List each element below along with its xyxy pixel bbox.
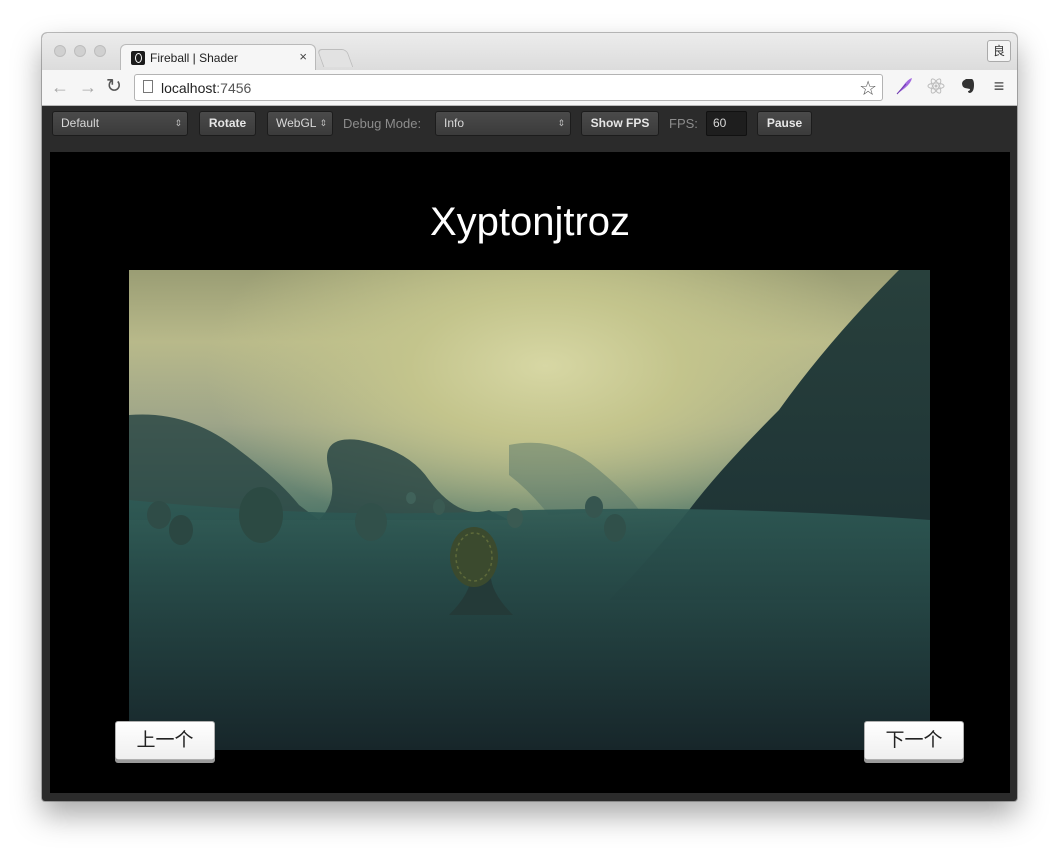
evernote-extension-icon[interactable]	[958, 76, 978, 96]
back-icon[interactable]: ←	[51, 76, 69, 98]
address-bar[interactable]: localhost:7456 ☆	[134, 74, 883, 101]
debug-mode-select-value: Info	[444, 116, 465, 130]
debug-mode-label: Debug Mode:	[343, 116, 422, 131]
shader-render-image	[129, 270, 930, 750]
game-canvas[interactable]: Xyptonjtroz 上一个 下一个	[50, 152, 1010, 793]
navigation-bar: ← → ↻ localhost:7456 ☆ ≡	[42, 70, 1017, 106]
menu-icon[interactable]: ≡	[989, 76, 1009, 96]
tab-close-icon[interactable]: ×	[299, 49, 307, 64]
scene-select[interactable]: Default ⇕	[52, 111, 188, 136]
url-text[interactable]: localhost:7456	[161, 80, 251, 96]
select-arrows-icon: ⇕	[174, 118, 182, 128]
forward-icon[interactable]: →	[79, 76, 97, 98]
scene-title: Xyptonjtroz	[429, 200, 631, 244]
url-port: :7456	[216, 80, 252, 96]
scene-select-value: Default	[61, 116, 100, 130]
zoom-window-icon[interactable]	[94, 45, 106, 57]
next-button[interactable]: 下一个	[864, 721, 964, 760]
feather-extension-icon[interactable]	[894, 76, 914, 96]
tab-strip: Fireball | Shader × 良	[42, 33, 1017, 71]
renderer-select-value: WebGL	[276, 116, 317, 130]
renderer-select[interactable]: WebGL ⇕	[267, 111, 333, 136]
debug-mode-select[interactable]: Info ⇕	[435, 111, 571, 136]
close-window-icon[interactable]	[54, 45, 66, 57]
previous-button[interactable]: 上一个	[115, 721, 215, 760]
page-icon	[143, 80, 153, 93]
fireball-favicon-icon	[131, 51, 145, 65]
react-extension-icon[interactable]	[926, 76, 946, 96]
pause-button[interactable]: Pause	[757, 111, 812, 136]
new-tab-button[interactable]	[316, 49, 354, 67]
browser-tab[interactable]: Fireball | Shader ×	[120, 44, 316, 71]
reload-icon[interactable]: ↻	[106, 76, 122, 98]
show-fps-button[interactable]: Show FPS	[581, 111, 659, 136]
select-arrows-icon: ⇕	[319, 118, 327, 128]
rotate-button[interactable]: Rotate	[199, 111, 256, 136]
shader-landscape-art	[129, 270, 930, 750]
fps-label: FPS:	[669, 116, 698, 131]
select-arrows-icon: ⇕	[557, 118, 565, 128]
bookmark-star-icon[interactable]: ☆	[859, 76, 877, 101]
engine-toolbar: Default ⇕ Rotate WebGL ⇕ Debug Mode: Inf…	[42, 106, 1017, 152]
browser-window: Fireball | Shader × 良 ← → ↻ localhost:74…	[42, 33, 1017, 801]
minimize-window-icon[interactable]	[74, 45, 86, 57]
fps-input[interactable]: 60	[706, 111, 747, 136]
profile-button[interactable]: 良	[987, 40, 1011, 62]
url-host: localhost	[161, 80, 217, 96]
tab-title: Fireball | Shader	[150, 51, 238, 65]
